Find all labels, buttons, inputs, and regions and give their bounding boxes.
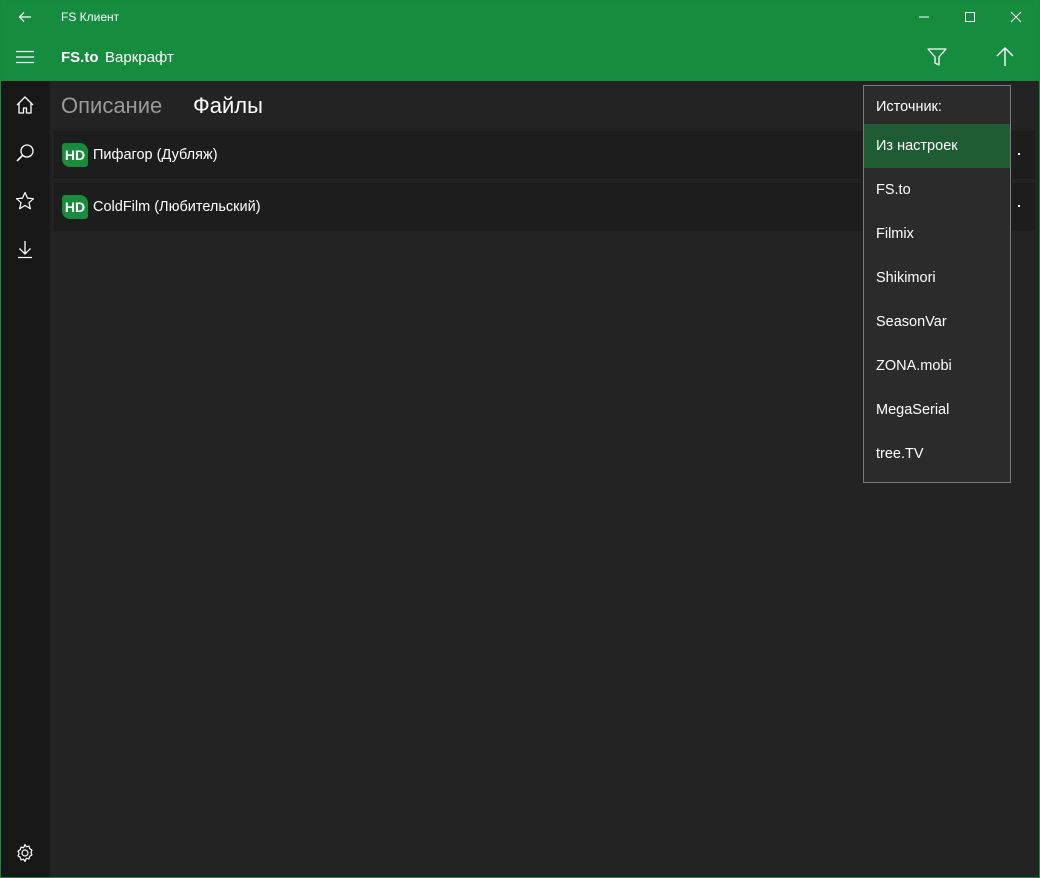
- source-option-treetv[interactable]: tree.TV: [864, 432, 1010, 476]
- tab-files[interactable]: Файлы: [193, 91, 263, 121]
- filter-icon: [926, 46, 948, 68]
- tab-description[interactable]: Описание: [61, 91, 162, 121]
- window-title: FS Клиент: [61, 10, 120, 24]
- nav-home[interactable]: [1, 81, 49, 129]
- source-option-filmix[interactable]: Filmix: [864, 212, 1010, 256]
- nav-favorites[interactable]: [1, 177, 49, 225]
- minimize-icon: [918, 11, 930, 23]
- page-title: Варкрафт: [105, 49, 174, 66]
- source-option-seasonvar[interactable]: SeasonVar: [864, 300, 1010, 344]
- menu-button[interactable]: [1, 33, 49, 81]
- app-header: FS.to Варкрафт: [1, 33, 1039, 81]
- nav-settings[interactable]: [1, 829, 49, 877]
- file-row-label: ColdFilm (Любительский): [93, 199, 261, 215]
- nav-downloads[interactable]: [1, 225, 49, 273]
- source-option-zonamobi[interactable]: ZONA.mobi: [864, 344, 1010, 388]
- scroll-up-button[interactable]: [981, 33, 1029, 81]
- star-icon: [15, 191, 35, 211]
- filter-button[interactable]: [913, 33, 961, 81]
- maximize-button[interactable]: [947, 1, 993, 33]
- title-bar: FS Клиент: [1, 1, 1039, 33]
- close-button[interactable]: [993, 1, 1039, 33]
- gear-icon: [15, 843, 35, 863]
- hd-badge: HD: [62, 143, 88, 167]
- up-arrow-icon: [994, 46, 1016, 68]
- row-indicator-dot: [1018, 153, 1020, 155]
- hamburger-icon: [15, 50, 35, 64]
- search-icon: [15, 143, 35, 163]
- nav-search[interactable]: [1, 129, 49, 177]
- home-icon: [15, 95, 35, 115]
- download-icon: [15, 239, 35, 259]
- hd-badge: HD: [62, 195, 88, 219]
- back-arrow-icon: [17, 9, 33, 25]
- navigation-rail: [1, 81, 49, 877]
- dropdown-header: Источник:: [876, 99, 942, 115]
- close-icon: [1010, 11, 1022, 23]
- source-dropdown: Источник: Из настроек FS.to Filmix Shiki…: [863, 85, 1011, 483]
- source-option-megaserial[interactable]: MegaSerial: [864, 388, 1010, 432]
- file-row-label: Пифагор (Дубляж): [93, 147, 218, 163]
- minimize-button[interactable]: [901, 1, 947, 33]
- app-window: FS Клиент FS.to Варкрафт Описание Файлы …: [0, 0, 1040, 878]
- brand-label: FS.to: [61, 49, 99, 66]
- maximize-icon: [964, 11, 976, 23]
- back-button[interactable]: [1, 1, 49, 33]
- source-option-fsto[interactable]: FS.to: [864, 168, 1010, 212]
- source-option-shikimori[interactable]: Shikimori: [864, 256, 1010, 300]
- source-option-settings[interactable]: Из настроек: [864, 124, 1010, 168]
- row-indicator-dot: [1018, 205, 1020, 207]
